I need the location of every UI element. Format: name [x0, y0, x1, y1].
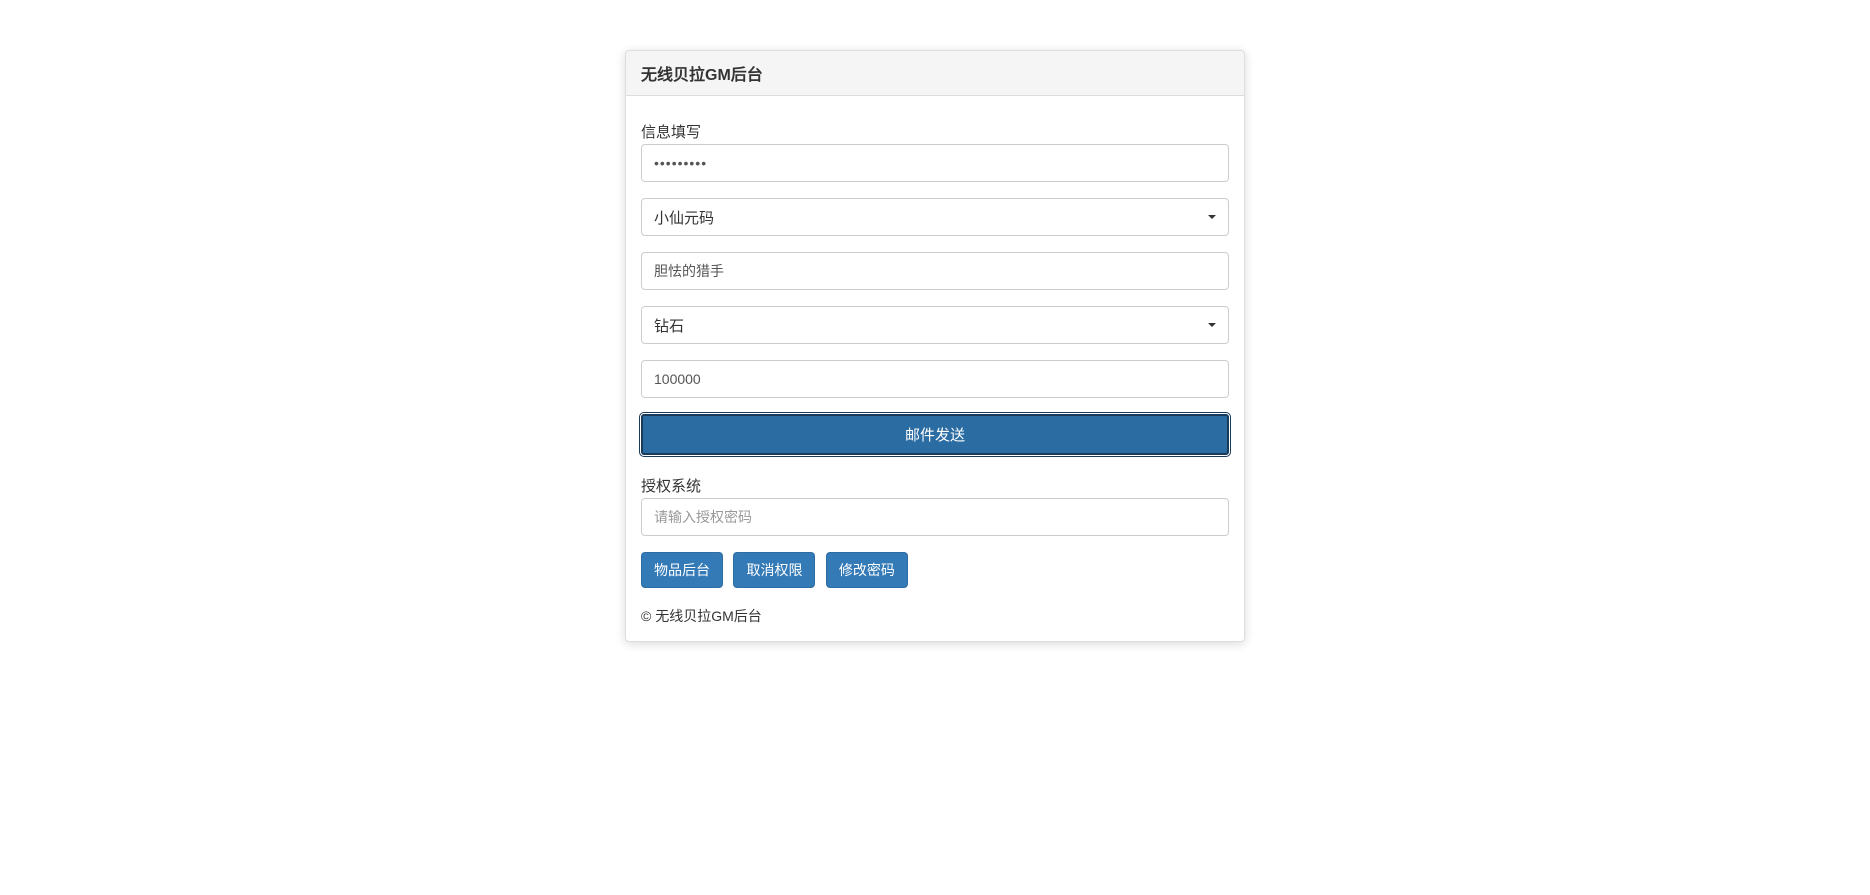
password-input[interactable] — [641, 144, 1229, 182]
send-mail-button[interactable]: 邮件发送 — [641, 414, 1229, 455]
item-dropdown[interactable]: 钻石 — [641, 306, 1229, 344]
change-password-button[interactable]: 修改密码 — [826, 552, 908, 588]
item-dropdown-toggle[interactable]: 钻石 — [641, 306, 1229, 344]
panel-body: 信息填写 小仙元码 钻石 邮件发送 授权系统 物品后台 取消权限 修改密码 © … — [626, 96, 1244, 641]
item-admin-button[interactable]: 物品后台 — [641, 552, 723, 588]
server-dropdown[interactable]: 小仙元码 — [641, 198, 1229, 236]
amount-input[interactable] — [641, 360, 1229, 398]
cancel-auth-button[interactable]: 取消权限 — [733, 552, 815, 588]
button-group: 物品后台 取消权限 修改密码 — [641, 552, 1229, 588]
auth-password-input[interactable] — [641, 498, 1229, 536]
item-select-value: 钻石 — [654, 315, 684, 336]
auth-section-label: 授权系统 — [641, 475, 1229, 496]
main-panel: 无线贝拉GM后台 信息填写 小仙元码 钻石 邮件发送 授权系统 物品后台 取消权… — [625, 50, 1245, 642]
panel-header: 无线贝拉GM后台 — [626, 51, 1244, 96]
panel-title: 无线贝拉GM后台 — [641, 61, 1229, 85]
caret-down-icon — [1208, 215, 1216, 219]
footer-text: © 无线贝拉GM后台 — [641, 606, 1229, 626]
form-section-label: 信息填写 — [641, 121, 1229, 142]
caret-down-icon — [1208, 323, 1216, 327]
character-input[interactable] — [641, 252, 1229, 290]
server-select-value: 小仙元码 — [654, 207, 714, 228]
server-dropdown-toggle[interactable]: 小仙元码 — [641, 198, 1229, 236]
